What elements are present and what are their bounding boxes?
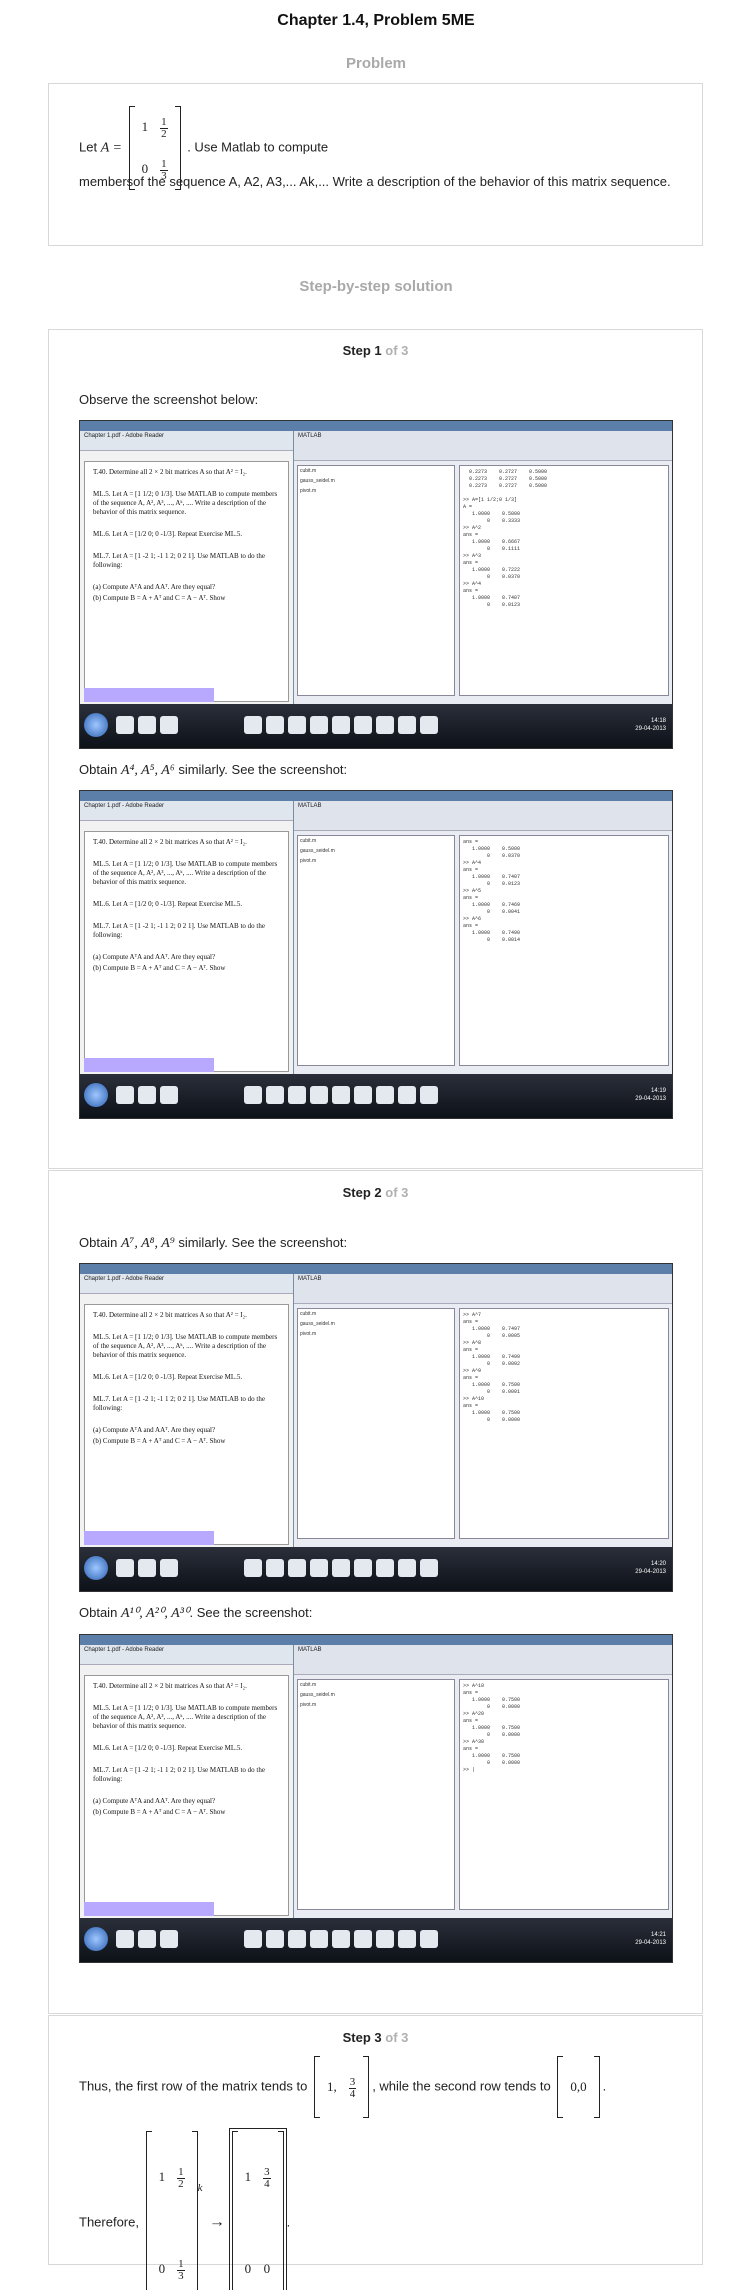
step-3-box: Step 3 of 3 Thus, the first row of the m…: [48, 2015, 703, 2290]
screenshot-3: Chapter 1.pdf - Adobe Reader T.40. Deter…: [79, 1263, 673, 1592]
screenshot-1: Chapter 1.pdf - Adobe Reader T.40. Deter…: [79, 420, 673, 749]
problem-text: membersof the sequence A, A2, A3,... Ak,…: [79, 174, 671, 189]
let-text: Let: [79, 139, 98, 155]
problem-box: Let A = 1 12 0 13 . Use Matlab to comput…: [48, 83, 703, 246]
step-1-title: Step 1 of 3: [342, 343, 409, 358]
matrix-var: A =: [100, 140, 122, 156]
step-1-box: Step 1 of 3 Observe the screenshot below…: [48, 329, 703, 1169]
problem-heading: Problem: [345, 55, 406, 72]
page-title: Chapter 1.4, Problem 5ME: [277, 12, 475, 29]
power-matrix: 112 013: [145, 2131, 198, 2290]
step-2-text: Obtain A⁷, A⁸, A⁹ similarly. See the scr…: [79, 1235, 348, 1251]
step-2-text-2: Obtain A¹⁰, A²⁰, A³⁰. See the screenshot…: [79, 1605, 313, 1621]
step-2-title: Step 2 of 3: [342, 1185, 409, 1200]
limit-matrix: 134 00: [228, 2128, 287, 2290]
step-1-text: Observe the screenshot below:: [79, 392, 259, 407]
matrix-cell: 1: [141, 119, 149, 134]
step-3-title: Step 3 of 3: [342, 2030, 409, 2045]
step-3-conclusion: Thus, the first row of the matrix tends …: [79, 2056, 606, 2118]
second-row-limit: 0,0: [557, 2056, 600, 2118]
problem-statement: Let A = 1 12 0 13 . Use Matlab to comput…: [79, 106, 328, 190]
screenshot-2: Chapter 1.pdf - Adobe Reader T.40. Deter…: [79, 790, 673, 1119]
after-matrix-text: . Use Matlab to compute: [187, 139, 329, 155]
step-3-therefore: Therefore, 112 013 k → 134 00 .: [79, 2128, 290, 2290]
step-1-text-2: Obtain A⁴, A⁵, A⁶ similarly. See the scr…: [79, 762, 348, 778]
screenshot-4: Chapter 1.pdf - Adobe Reader T.40. Deter…: [79, 1634, 673, 1963]
solution-heading: Step-by-step solution: [299, 278, 453, 295]
matrix-cell: 12: [160, 115, 168, 140]
step-2-box: Step 2 of 3 Obtain A⁷, A⁸, A⁹ similarly.…: [48, 1170, 703, 2014]
first-row-limit: 1, 3 4: [313, 2056, 370, 2118]
